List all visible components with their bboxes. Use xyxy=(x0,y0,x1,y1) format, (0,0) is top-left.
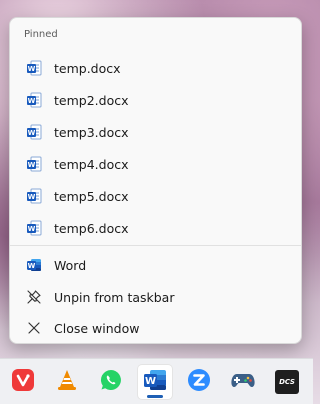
jump-list-menu: Pinned W temp.docx W temp2.docx W temp3.… xyxy=(9,17,302,344)
taskbar-app-dcs[interactable]: DCS xyxy=(270,365,304,399)
word-document-icon: W xyxy=(26,92,42,108)
dcs-icon-text: DCS xyxy=(279,378,295,386)
svg-text:W: W xyxy=(28,225,36,233)
pinned-item-temp4[interactable]: W temp4.docx xyxy=(14,149,299,179)
vivaldi-icon xyxy=(11,368,35,396)
pinned-item-label: temp2.docx xyxy=(54,92,129,108)
svg-text:W: W xyxy=(28,161,36,169)
word-document-icon: W xyxy=(26,220,42,236)
svg-text:W: W xyxy=(28,129,36,137)
pinned-item-label: temp3.docx xyxy=(54,124,129,140)
pinned-item-label: temp.docx xyxy=(54,60,121,76)
unpin-label: Unpin from taskbar xyxy=(54,289,175,305)
word-icon: W xyxy=(142,367,168,397)
close-window-action[interactable]: Close window xyxy=(14,313,299,343)
pinned-item-temp2[interactable]: W temp2.docx xyxy=(14,85,299,115)
menu-divider xyxy=(10,245,301,246)
pinned-item-label: temp4.docx xyxy=(54,156,129,172)
close-icon xyxy=(26,320,42,336)
svg-text:W: W xyxy=(28,97,36,105)
pinned-item-temp5[interactable]: W temp5.docx xyxy=(14,181,299,211)
svg-text:W: W xyxy=(145,376,156,387)
word-document-icon: W xyxy=(26,60,42,76)
taskbar-app-vivaldi[interactable] xyxy=(6,365,40,399)
pinned-item-temp6[interactable]: W temp6.docx xyxy=(14,213,299,243)
pinned-section-label: Pinned xyxy=(24,29,58,40)
open-word-action[interactable]: W Word xyxy=(14,250,299,280)
active-window-indicator xyxy=(147,395,163,398)
taskbar-app-word[interactable]: W xyxy=(138,365,172,399)
taskbar-app-whatsapp[interactable] xyxy=(94,365,128,399)
zoom-icon xyxy=(187,368,211,396)
svg-text:W: W xyxy=(28,65,36,73)
unpin-icon xyxy=(26,289,42,305)
pinned-item-temp3[interactable]: W temp3.docx xyxy=(14,117,299,147)
dcs-icon: DCS xyxy=(275,370,299,394)
pinned-item-label: temp6.docx xyxy=(54,220,129,236)
svg-text:W: W xyxy=(28,262,36,270)
vlc-icon xyxy=(55,368,79,396)
word-app-icon: W xyxy=(26,257,42,273)
taskbar-app-vlc[interactable] xyxy=(50,365,84,399)
pinned-item-temp[interactable]: W temp.docx xyxy=(14,53,299,83)
word-document-icon: W xyxy=(26,124,42,140)
word-document-icon: W xyxy=(26,156,42,172)
taskbar-app-zoom[interactable] xyxy=(182,365,216,399)
taskbar-app-game-controller[interactable] xyxy=(226,365,260,399)
unpin-from-taskbar-action[interactable]: Unpin from taskbar xyxy=(14,282,299,312)
close-window-label: Close window xyxy=(54,320,140,336)
pinned-item-label: temp5.docx xyxy=(54,188,129,204)
gamepad-icon xyxy=(230,368,256,396)
svg-text:W: W xyxy=(28,193,36,201)
taskbar: W DCS xyxy=(0,358,313,404)
whatsapp-icon xyxy=(99,368,123,396)
word-document-icon: W xyxy=(26,188,42,204)
word-app-label: Word xyxy=(54,257,87,273)
